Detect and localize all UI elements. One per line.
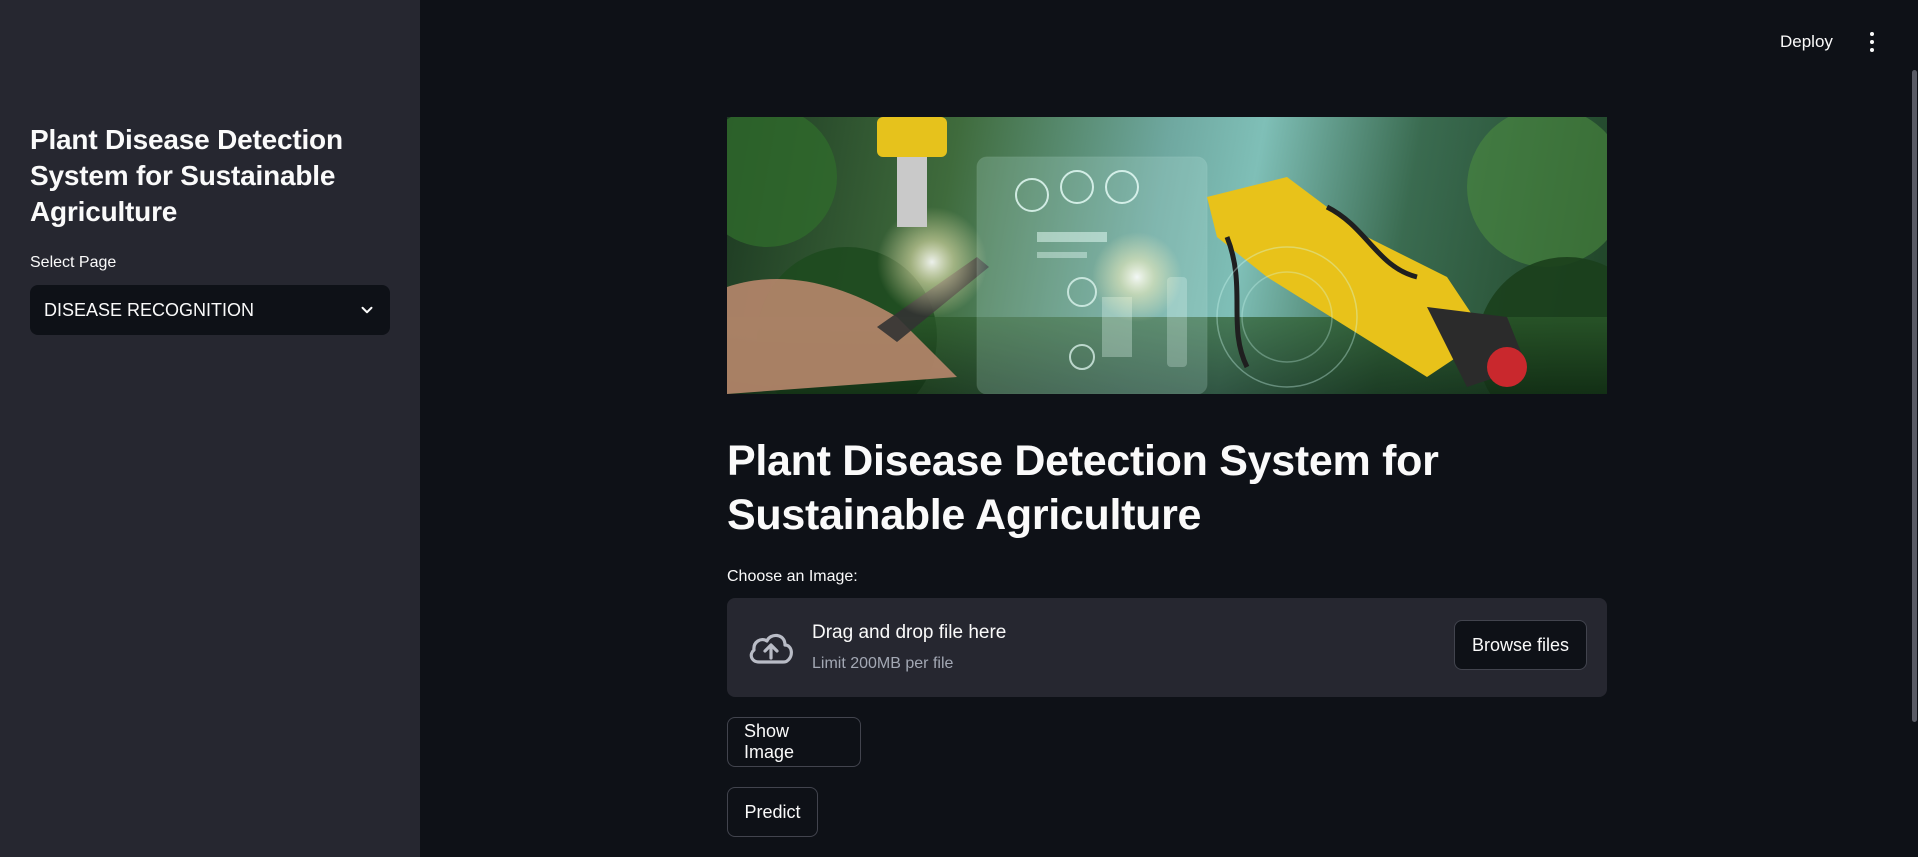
chevron-down-icon [361, 306, 373, 314]
file-dropzone[interactable]: Drag and drop file here Limit 200MB per … [727, 598, 1607, 697]
banner-illustration [727, 117, 1607, 394]
more-vert-icon[interactable] [1862, 28, 1882, 56]
dropzone-limit: Limit 200MB per file [812, 655, 954, 672]
page-select-value: DISEASE RECOGNITION [44, 299, 255, 320]
page-select[interactable]: DISEASE RECOGNITION [30, 285, 390, 335]
cloud-upload-icon [749, 633, 793, 664]
scrollbar[interactable] [1912, 70, 1917, 722]
upload-label: Choose an Image: [727, 568, 858, 585]
agriculture-robot-banner [727, 117, 1607, 394]
predict-button[interactable]: Predict [727, 787, 818, 837]
browse-files-button[interactable]: Browse files [1454, 620, 1587, 670]
dropzone-instruction: Drag and drop file here [812, 622, 1007, 643]
sidebar-title: Plant Disease Detection System for Susta… [30, 124, 343, 227]
deploy-button[interactable]: Deploy [1772, 26, 1841, 58]
page-title: Plant Disease Detection System for Susta… [727, 437, 1439, 539]
app: Plant Disease Detection System for Susta… [0, 0, 1918, 857]
select-page-label: Select Page [30, 254, 117, 271]
show-image-button[interactable]: Show Image [727, 717, 861, 767]
sidebar: Plant Disease Detection System for Susta… [0, 0, 420, 857]
